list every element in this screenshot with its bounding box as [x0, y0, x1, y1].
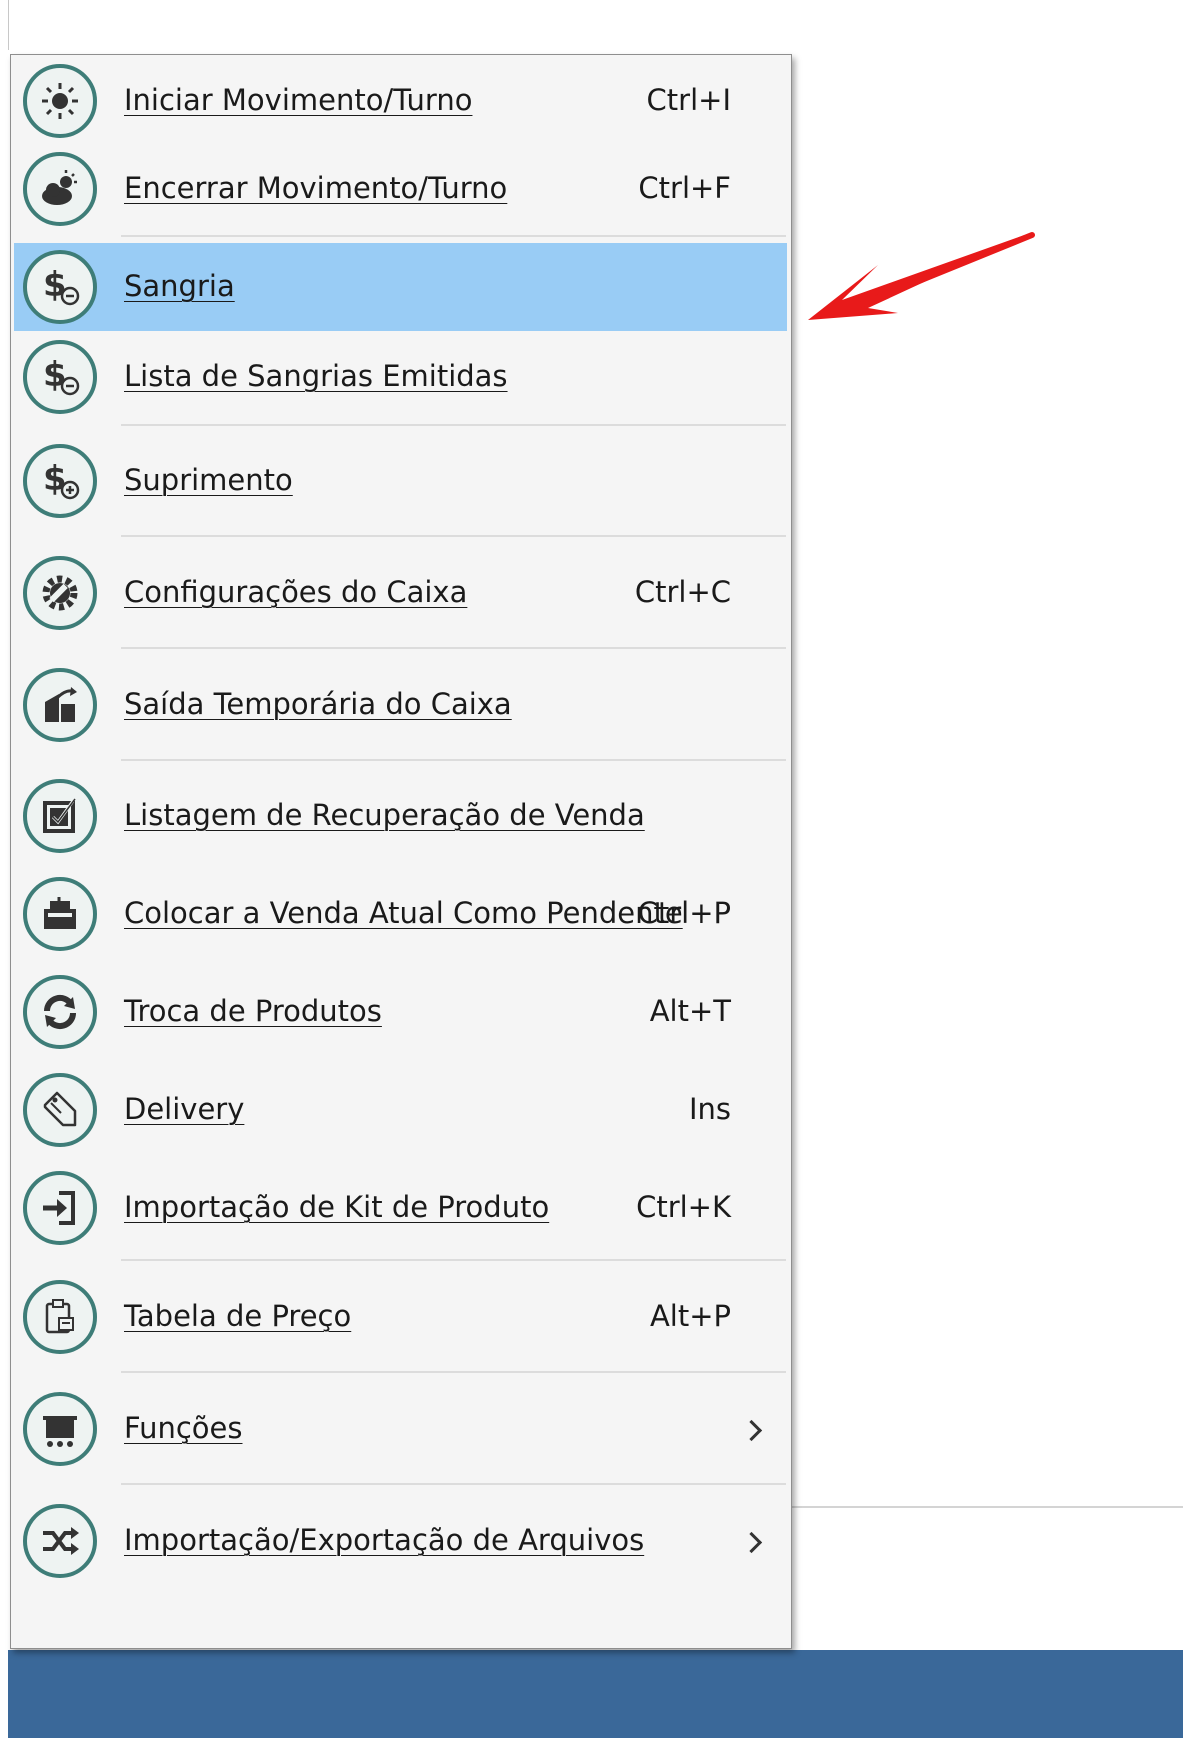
menu-item-label: Tabela de Preço — [124, 1299, 352, 1333]
menu-item-label: Importação/Exportação de Arquivos — [124, 1523, 645, 1557]
gear-wrench-icon — [23, 556, 97, 630]
menu-item-label: Listagem de Recuperação de Venda — [124, 798, 645, 832]
menu-item-venda-pendente[interactable]: Colocar a Venda Atual Como Pendente Ctrl… — [14, 865, 787, 963]
menu-separator — [121, 424, 786, 426]
chevron-right-icon — [740, 1419, 763, 1442]
chevron-right-icon — [740, 1531, 763, 1554]
tag-icon — [23, 1073, 97, 1147]
menu-item-label: Importação de Kit de Produto — [124, 1190, 550, 1224]
menu-item-importacao-exportacao[interactable]: Importação/Exportação de Arquivos — [14, 1491, 787, 1591]
menu-separator — [121, 647, 786, 649]
dollar-minus-icon: $ — [23, 250, 97, 324]
context-menu: Iniciar Movimento/Turno Ctrl+I Encerrar … — [10, 54, 792, 1649]
menu-item-label: Colocar a Venda Atual Como Pendente — [124, 896, 683, 930]
menu-item-label: Troca de Produtos — [124, 994, 382, 1028]
menu-item-importacao-kit[interactable]: Importação de Kit de Produto Ctrl+K — [14, 1159, 787, 1257]
cart-icon — [23, 1392, 97, 1466]
menu-item-funcoes[interactable]: Funções — [14, 1379, 787, 1479]
import-icon — [23, 1171, 97, 1245]
menu-item-configuracoes-caixa[interactable]: Configurações do Caixa Ctrl+C — [14, 543, 787, 643]
menu-item-label: Encerrar Movimento/Turno — [124, 171, 508, 205]
menu-item-label: Funções — [124, 1411, 243, 1445]
menu-item-shortcut: Alt+T — [649, 994, 731, 1028]
menu-separator — [121, 759, 786, 761]
annotation-arrow-icon — [808, 232, 1035, 320]
menu-item-listagem-recuperacao[interactable]: Listagem de Recuperação de Venda — [14, 767, 787, 865]
menu-item-shortcut: Ins — [688, 1092, 731, 1126]
menu-item-saida-temporaria[interactable]: Saída Temporária do Caixa — [14, 655, 787, 755]
clipboard-icon — [23, 1280, 97, 1354]
menu-item-shortcut: Ctrl+F — [638, 171, 731, 205]
window-edge-line — [8, 0, 9, 50]
menu-item-tabela-preco[interactable]: Tabela de Preço Alt+P — [14, 1267, 787, 1367]
menu-separator — [121, 235, 786, 237]
dollar-plus-icon: $ — [23, 444, 97, 518]
menu-separator — [121, 1371, 786, 1373]
menu-item-shortcut: Ctrl+I — [646, 83, 731, 117]
menu-item-label: Sangria — [124, 269, 235, 303]
sun-cloud-icon — [23, 152, 97, 226]
menu-item-label: Delivery — [124, 1092, 245, 1126]
menu-item-shortcut: Ctrl+C — [634, 575, 731, 609]
sun-icon — [23, 64, 97, 138]
register-icon — [23, 877, 97, 951]
menu-item-label: Iniciar Movimento/Turno — [124, 83, 473, 117]
menu-item-suprimento[interactable]: $ Suprimento — [14, 431, 787, 531]
menu-item-shortcut: Ctrl+P — [637, 896, 731, 930]
menu-item-sangria[interactable]: $ Sangria — [14, 243, 787, 331]
menu-item-delivery[interactable]: Delivery Ins — [14, 1061, 787, 1159]
menu-item-lista-sangrias[interactable]: $ Lista de Sangrias Emitidas — [14, 333, 787, 421]
shuffle-icon — [23, 1504, 97, 1578]
menu-item-shortcut: Ctrl+K — [636, 1190, 731, 1224]
menu-item-label: Configurações do Caixa — [124, 575, 468, 609]
menu-item-encerrar-movimento[interactable]: Encerrar Movimento/Turno Ctrl+F — [14, 145, 787, 233]
bottom-bar — [8, 1650, 1183, 1738]
menu-item-label: Saída Temporária do Caixa — [124, 687, 512, 721]
menu-item-shortcut: Alt+P — [649, 1299, 731, 1333]
menu-separator — [121, 535, 786, 537]
menu-item-troca-produtos[interactable]: Troca de Produtos Alt+T — [14, 963, 787, 1061]
menu-item-label: Lista de Sangrias Emitidas — [124, 359, 508, 393]
menu-item-iniciar-movimento[interactable]: Iniciar Movimento/Turno Ctrl+I — [14, 57, 787, 145]
exchange-icon — [23, 975, 97, 1049]
exit-door-icon — [23, 668, 97, 742]
checklist-icon — [23, 779, 97, 853]
menu-separator — [121, 1483, 786, 1485]
menu-separator — [121, 1259, 786, 1261]
background-divider — [790, 1506, 1183, 1508]
menu-item-label: Suprimento — [124, 463, 293, 497]
dollar-minus-icon: $ — [23, 340, 97, 414]
